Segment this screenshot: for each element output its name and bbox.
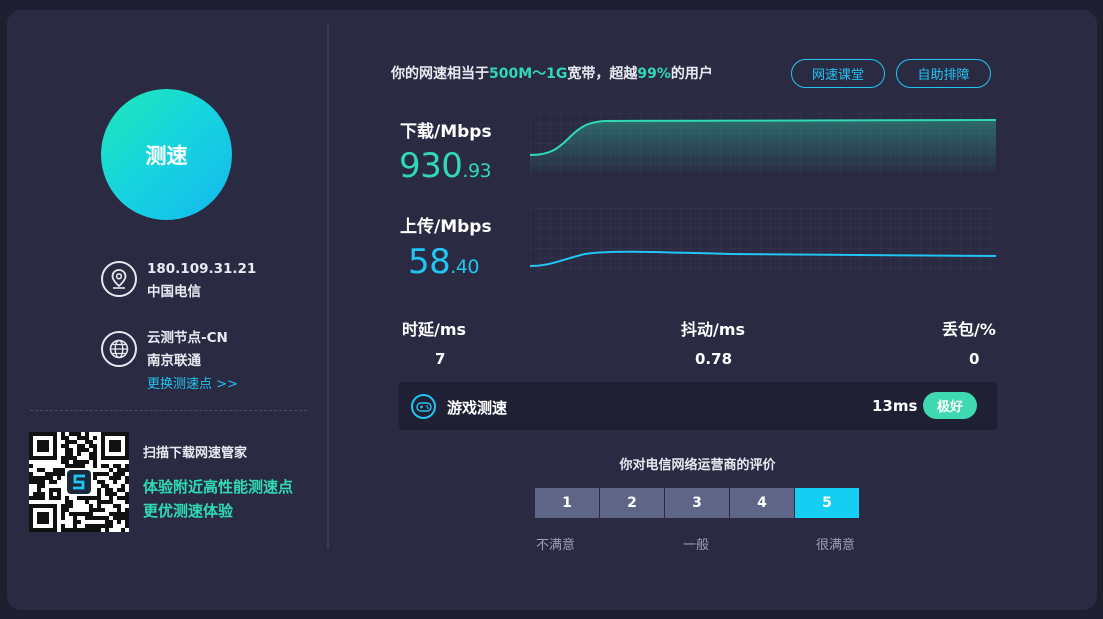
upload-value-dec: .40	[450, 256, 479, 278]
game-speedtest-bar[interactable]: 游戏测速 13ms 极好	[399, 382, 997, 430]
isp-name: 中国电信	[147, 284, 201, 300]
summary-text-1: 你的网速相当于	[391, 66, 489, 82]
ip-info: 180.109.31.21 中国电信	[101, 261, 256, 304]
rating-title: 你对电信网络运营商的评价	[619, 458, 776, 473]
dashed-divider	[30, 410, 307, 411]
game-latency-value: 13ms	[872, 397, 918, 415]
download-value-int: 930	[399, 146, 463, 186]
location-pin-icon	[101, 261, 137, 297]
download-label: 下载/Mbps	[400, 122, 492, 142]
rating-mid-caption: 一般	[683, 538, 710, 553]
rating-option-3[interactable]: 3	[665, 488, 729, 518]
globe-icon	[101, 331, 137, 367]
rating-option-5[interactable]: 5	[795, 488, 859, 518]
qr-promo-line-2: 更优测速体验	[143, 502, 234, 520]
summary-bandwidth: 500M～1G	[489, 66, 568, 82]
ip-address: 180.109.31.21	[147, 261, 257, 277]
rating-option-4[interactable]: 4	[730, 488, 794, 518]
column-divider	[327, 24, 329, 549]
jitter-value: 0.78	[695, 350, 733, 368]
speed-course-button[interactable]: 网速课堂	[791, 59, 885, 88]
latency-label: 时延/ms	[402, 320, 467, 339]
upload-value-int: 58	[408, 242, 451, 282]
packet-loss-value: 0	[969, 350, 980, 368]
start-speedtest-button[interactable]: 测速	[101, 89, 232, 220]
upload-label: 上传/Mbps	[400, 217, 492, 237]
upload-value: 58.40	[408, 242, 479, 282]
latency-value: 7	[435, 350, 446, 368]
troubleshoot-button[interactable]: 自助排障	[896, 59, 991, 88]
rating-low-caption: 不满意	[536, 538, 576, 553]
qr-code	[29, 432, 129, 532]
rating-option-1[interactable]: 1	[535, 488, 599, 518]
node-info: 云测节点-CN 南京联通 更换测速点 >>	[101, 330, 238, 396]
summary-text-2: 宽带，超越	[567, 66, 638, 82]
game-speedtest-label: 游戏测速	[447, 399, 508, 417]
gamepad-icon	[411, 394, 436, 419]
download-value: 930.93	[399, 146, 492, 186]
summary-percent: 99%	[637, 66, 671, 82]
node-name: 云测节点-CN	[147, 330, 228, 346]
download-chart	[530, 113, 996, 173]
rating-option-2[interactable]: 2	[600, 488, 664, 518]
summary-text-3: 的用户	[670, 66, 713, 82]
packet-loss-label: 丢包/%	[942, 320, 996, 339]
upload-chart	[530, 208, 996, 272]
qr-title: 扫描下载网速管家	[143, 446, 248, 461]
game-rating-badge: 极好	[923, 392, 977, 419]
qr-promo-line-1: 体验附近高性能测速点	[143, 478, 294, 496]
node-isp: 南京联通	[147, 353, 201, 369]
change-node-link[interactable]: 更换测速点 >>	[147, 373, 238, 396]
download-value-dec: .93	[462, 160, 492, 182]
rating-scale: 1 2 3 4 5	[535, 488, 860, 518]
speed-summary: 你的网速相当于500M～1G宽带，超越99%的用户	[391, 63, 713, 83]
jitter-label: 抖动/ms	[681, 320, 746, 339]
rating-high-caption: 很满意	[816, 538, 856, 553]
